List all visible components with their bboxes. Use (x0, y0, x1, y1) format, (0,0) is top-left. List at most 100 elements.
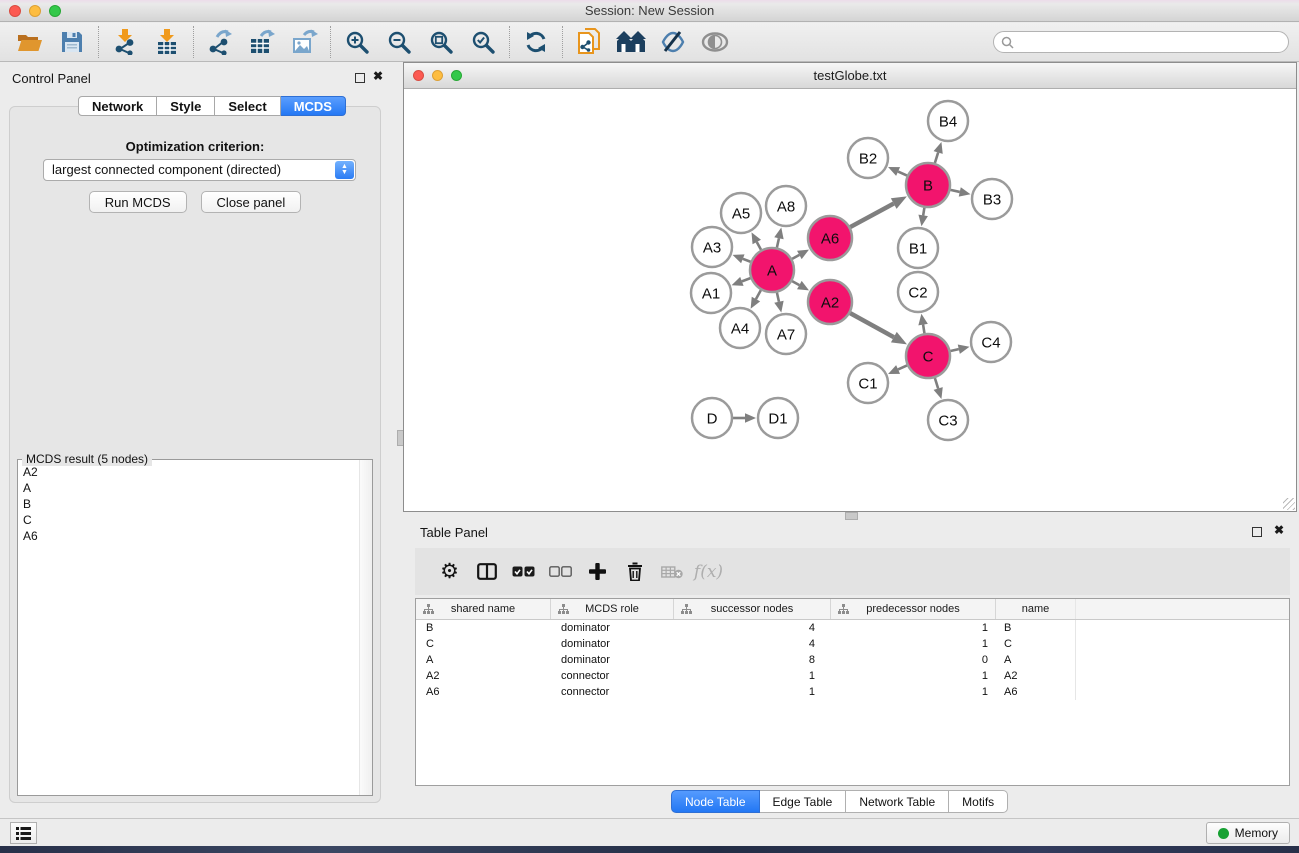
column-header-mcds-role[interactable]: MCDS role (551, 599, 674, 619)
graph-node-C1[interactable]: C1 (848, 363, 888, 403)
graph-node-A8[interactable]: A8 (766, 186, 806, 226)
refresh-layout-icon[interactable] (519, 27, 553, 57)
mcds-result-item[interactable]: A (23, 480, 358, 496)
graph-edge-A2-C[interactable] (850, 313, 894, 337)
zoom-in-icon[interactable] (340, 27, 374, 57)
zoom-selected-icon[interactable] (466, 27, 500, 57)
graph-node-A3[interactable]: A3 (692, 227, 732, 267)
float-panel-icon[interactable] (355, 73, 365, 83)
graph-edge-B-B2[interactable] (898, 172, 907, 176)
graph-node-A7[interactable]: A7 (766, 314, 806, 354)
show-columns-icon[interactable] (468, 555, 505, 589)
zoom-fit-icon[interactable] (424, 27, 458, 57)
graph-edge-C-C4[interactable] (950, 349, 958, 351)
import-table-icon[interactable] (150, 27, 184, 57)
graph-edge-B-B4[interactable] (935, 152, 938, 163)
graph-node-D1[interactable]: D1 (758, 398, 798, 438)
tab-edge-table[interactable]: Edge Table (760, 790, 847, 813)
tab-select[interactable]: Select (215, 96, 280, 116)
graph-edge-A-A6[interactable] (792, 255, 799, 259)
table-row[interactable]: Adominator80A (416, 652, 1289, 668)
tab-node-table[interactable]: Node Table (671, 790, 760, 813)
table-row[interactable]: A2connector11A2 (416, 668, 1289, 684)
network-canvas[interactable]: A A1 A2 A3 A4 A5 A6 A7 A8 B B1 B2 B3B4 C C1 C2 C3C4 D D1 (404, 89, 1296, 511)
toolbar-search[interactable] (993, 31, 1289, 53)
table-row[interactable]: Bdominator41B (416, 620, 1289, 636)
graph-edge-A-A3[interactable] (743, 259, 751, 262)
mcds-result-item[interactable]: C (23, 512, 358, 528)
graph-node-A6[interactable]: A6 (808, 216, 852, 260)
table-float-panel-icon[interactable] (1252, 527, 1262, 537)
tab-motifs[interactable]: Motifs (949, 790, 1008, 813)
save-session-icon[interactable] (55, 27, 89, 57)
mcds-result-item[interactable]: B (23, 496, 358, 512)
show-hide-eye-icon[interactable] (698, 27, 732, 57)
graphics-details-icon[interactable] (656, 27, 690, 57)
first-neighbors-icon[interactable] (614, 27, 648, 57)
graph-node-B1[interactable]: B1 (898, 228, 938, 268)
criterion-dropdown[interactable]: largest connected component (directed) ▲… (43, 159, 356, 181)
tab-style[interactable]: Style (157, 96, 215, 116)
graph-edge-A-A4[interactable] (756, 290, 761, 299)
graph-node-B3[interactable]: B3 (972, 179, 1012, 219)
search-input[interactable] (1018, 33, 1288, 51)
graph-node-C3[interactable]: C3 (928, 400, 968, 440)
run-mcds-button[interactable]: Run MCDS (89, 191, 187, 213)
graph-node-C4[interactable]: C4 (971, 322, 1011, 362)
graph-node-A[interactable]: A (750, 248, 794, 292)
export-image-icon[interactable] (287, 27, 321, 57)
open-session-icon[interactable] (13, 27, 47, 57)
mcds-result-item[interactable]: A2 (23, 464, 358, 480)
graph-edge-C-C1[interactable] (898, 365, 907, 369)
graph-edge-C-C3[interactable] (935, 378, 938, 389)
tab-network-table[interactable]: Network Table (846, 790, 949, 813)
mcds-result-item[interactable]: A6 (23, 528, 358, 544)
select-all-columns-icon[interactable] (505, 555, 542, 589)
graph-edge-A-A8[interactable] (777, 238, 779, 247)
delete-column-icon[interactable] (616, 555, 653, 589)
graph-edge-B-B3[interactable] (950, 190, 959, 192)
zoom-out-icon[interactable] (382, 27, 416, 57)
column-header-name[interactable]: name (996, 599, 1076, 619)
graph-edge-A-A1[interactable] (742, 278, 751, 281)
add-column-icon[interactable] (579, 555, 616, 589)
task-history-button[interactable] (10, 822, 37, 844)
export-table-icon[interactable] (245, 27, 279, 57)
graph-node-C2[interactable]: C2 (898, 272, 938, 312)
close-panel-icon[interactable]: ✖ (373, 69, 383, 83)
graph-edge-A-A7[interactable] (777, 292, 779, 301)
graph-edge-C-C2[interactable] (923, 325, 924, 334)
graph-node-A4[interactable]: A4 (720, 308, 760, 348)
graph-node-B4[interactable]: B4 (928, 101, 968, 141)
graph-node-A2[interactable]: A2 (808, 280, 852, 324)
table-row[interactable]: Cdominator41C (416, 636, 1289, 652)
column-header-predecessor-nodes[interactable]: predecessor nodes (831, 599, 996, 619)
graph-edge-B-B1[interactable] (923, 208, 924, 216)
column-header-shared-name[interactable]: shared name (416, 599, 551, 619)
graph-node-B[interactable]: B (906, 163, 950, 207)
memory-button[interactable]: Memory (1206, 822, 1290, 844)
graph-node-C[interactable]: C (906, 334, 950, 378)
horizontal-splitter-handle[interactable] (845, 512, 858, 520)
table-row[interactable]: A6connector11A6 (416, 684, 1289, 700)
graph-node-D[interactable]: D (692, 398, 732, 438)
deselect-all-columns-icon[interactable] (542, 555, 579, 589)
result-list-scrollbar[interactable] (359, 460, 372, 795)
graph-edge-A-A2[interactable] (792, 281, 799, 285)
close-panel-button[interactable]: Close panel (201, 191, 302, 213)
import-network-icon[interactable] (108, 27, 142, 57)
network-snapshot-icon[interactable] (572, 27, 606, 57)
tab-network[interactable]: Network (78, 96, 157, 116)
graph-node-B2[interactable]: B2 (848, 138, 888, 178)
network-window-titlebar[interactable]: testGlobe.txt (404, 63, 1296, 89)
settings-gear-icon[interactable]: ⚙ (431, 555, 468, 589)
graph-node-A1[interactable]: A1 (691, 273, 731, 313)
window-resize-grip[interactable] (1283, 498, 1295, 510)
graph-edge-A-A5[interactable] (757, 242, 761, 250)
tab-mcds[interactable]: MCDS (281, 96, 346, 116)
column-header-successor-nodes[interactable]: successor nodes (674, 599, 831, 619)
export-network-icon[interactable] (203, 27, 237, 57)
graph-edge-A6-B[interactable] (850, 204, 893, 228)
table-close-panel-icon[interactable]: ✖ (1274, 523, 1284, 537)
graph-node-A5[interactable]: A5 (721, 193, 761, 233)
